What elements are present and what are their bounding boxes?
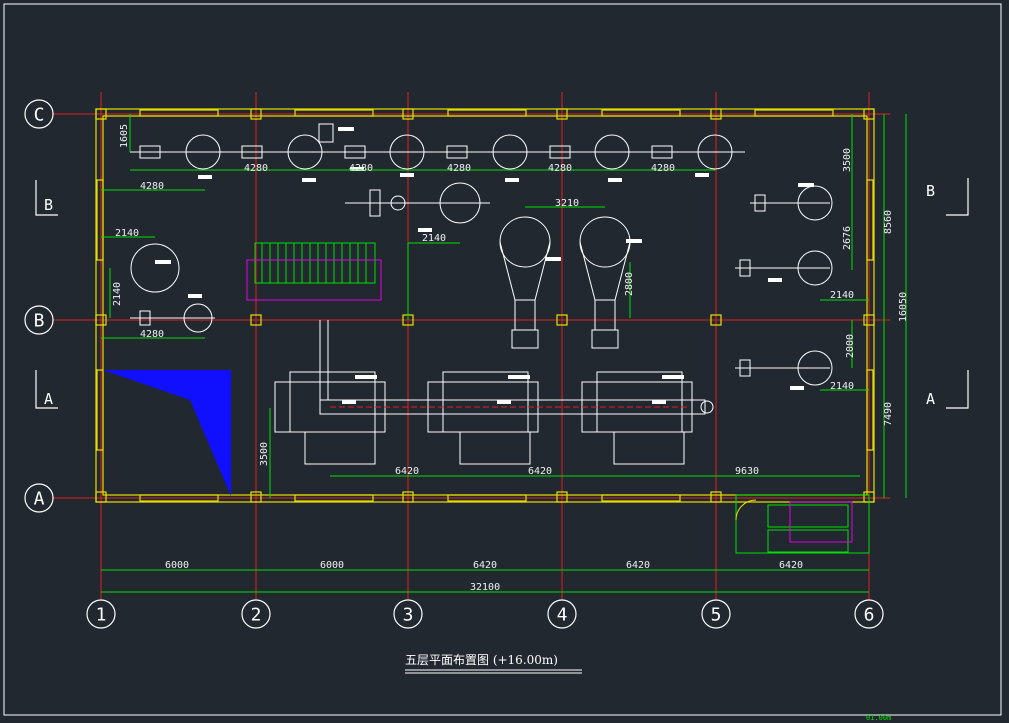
dim-2676: 2676 bbox=[842, 226, 853, 250]
dim-top-5: 4280 bbox=[349, 163, 373, 174]
dim-7490: 7490 bbox=[883, 402, 894, 426]
cad-drawing: 6000 6000 6420 6420 6420 32100 4280 4280… bbox=[3, 3, 1002, 722]
axis-bubble-a: A bbox=[34, 489, 45, 510]
section-mark-a-right: A bbox=[926, 390, 935, 408]
dim-3210: 3210 bbox=[555, 198, 579, 209]
axis-bubble-4: 4 bbox=[557, 605, 568, 626]
dim-6420a: 6420 bbox=[395, 466, 419, 477]
axis-bubble-1: 1 bbox=[96, 605, 107, 626]
rack-equipment bbox=[254, 242, 376, 284]
dim-bay-3: 6420 bbox=[473, 560, 497, 571]
axis-bubble-5: 5 bbox=[711, 605, 722, 626]
dim-left-2140b: 2140 bbox=[112, 282, 123, 306]
dim-overall-width: 32100 bbox=[470, 582, 500, 593]
section-mark-a-left: A bbox=[44, 390, 53, 408]
dim-top-4: 4280 bbox=[651, 163, 675, 174]
fan-left bbox=[130, 243, 215, 333]
dim-3500-center: 3500 bbox=[259, 442, 270, 466]
fans-right bbox=[735, 185, 833, 386]
dim-left-4280b: 4280 bbox=[140, 329, 164, 340]
section-mark-b-right: B bbox=[926, 182, 935, 200]
dim-left-2140a: 2140 bbox=[115, 228, 139, 239]
dim-left-4280a: 4280 bbox=[140, 181, 164, 192]
dim-bay-2: 6000 bbox=[320, 560, 344, 571]
dim-bay-4: 6420 bbox=[626, 560, 650, 571]
corner-label: 01.00m bbox=[866, 714, 891, 722]
axis-bubble-3: 3 bbox=[403, 605, 414, 626]
drawing-title: 五层平面布置图 (+16.00m) bbox=[405, 653, 558, 667]
axis-bubble-6: 6 bbox=[864, 605, 875, 626]
dim-bay-1: 6000 bbox=[165, 560, 189, 571]
axis-bubble-b: B bbox=[34, 311, 45, 332]
dim-3500-right: 3500 bbox=[842, 148, 853, 172]
dim-right-2140a: 2140 bbox=[830, 290, 854, 301]
dim-top-1: 4280 bbox=[244, 163, 268, 174]
dim-2800: 2800 bbox=[624, 272, 635, 296]
axis-bubble-2: 2 bbox=[251, 605, 262, 626]
section-mark-b-left: B bbox=[44, 196, 53, 214]
dim-1605: 1605 bbox=[119, 124, 130, 148]
dim-2000: 2000 bbox=[845, 334, 856, 358]
cyclone-pair bbox=[499, 216, 631, 349]
dim-bay-5: 6420 bbox=[779, 560, 803, 571]
axis-bubble-c: C bbox=[34, 105, 45, 126]
staircase bbox=[735, 494, 870, 554]
dim-top-3: 4280 bbox=[548, 163, 572, 174]
dim-6420b: 6420 bbox=[528, 466, 552, 477]
sheet-border bbox=[3, 3, 1002, 716]
dim-16050: 16050 bbox=[898, 292, 909, 322]
fan-mid-left bbox=[345, 182, 490, 224]
dim-8560: 8560 bbox=[883, 210, 894, 234]
dim-left-2140c: 2140 bbox=[422, 233, 446, 244]
dim-9630: 9630 bbox=[735, 466, 759, 477]
dim-top-2: 4280 bbox=[447, 163, 471, 174]
dim-right-2140b: 2140 bbox=[830, 381, 854, 392]
process-units bbox=[274, 320, 714, 465]
dimension-lines bbox=[101, 114, 907, 593]
highlight-region bbox=[103, 370, 231, 496]
